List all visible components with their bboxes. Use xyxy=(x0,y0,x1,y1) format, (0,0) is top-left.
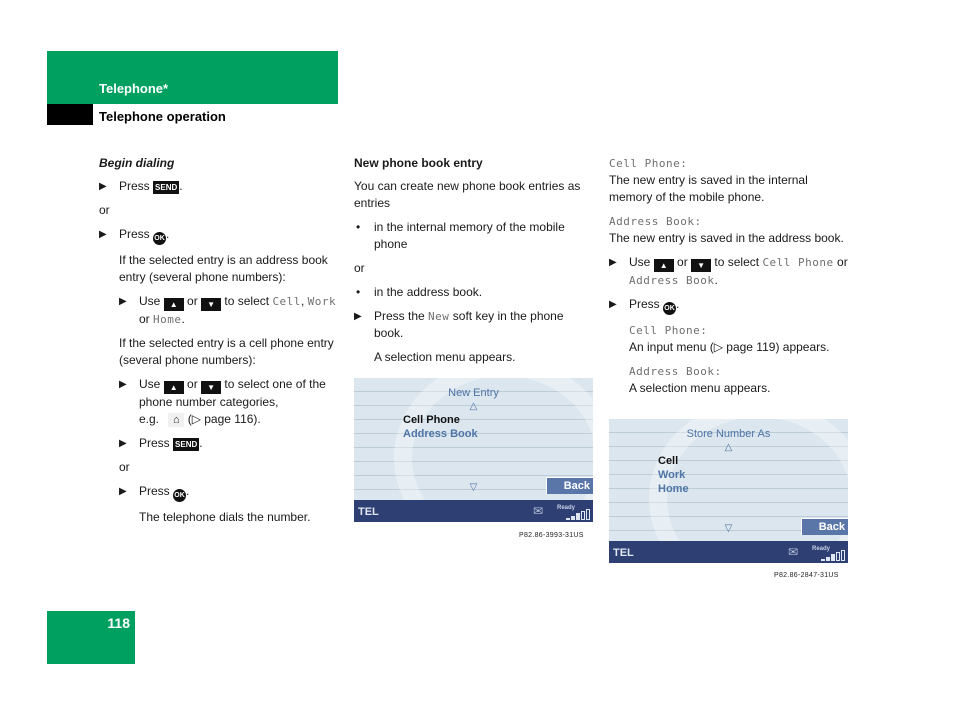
option-address-book: Address Book xyxy=(629,274,715,287)
or-text: or xyxy=(99,203,110,217)
screen-store-number-as: Store Number As △ Cell Work Home ▽ Back … xyxy=(609,419,848,563)
ok-key-icon: OK xyxy=(663,302,677,315)
step-press-ok-2: ▶ Press OK. xyxy=(119,483,339,502)
section-title: Telephone* xyxy=(99,81,169,96)
step-press-ok: ▶ Press OK. xyxy=(609,296,854,315)
figure-caption: P82.86-3993-31US xyxy=(519,532,584,539)
new-soft-key: New xyxy=(428,310,450,323)
signal-strength-icon xyxy=(566,509,590,520)
or-text: or xyxy=(354,261,365,275)
scroll-up-icon[interactable]: △ xyxy=(354,398,593,415)
ok-key-icon: OK xyxy=(173,489,187,502)
or-text: or xyxy=(119,460,130,474)
cell-phone-desc: The new entry is saved in the internal m… xyxy=(609,173,808,204)
step-press-send: ▶ Press SEND. xyxy=(99,179,183,194)
status-bar: TEL ✉ Ready xyxy=(354,500,593,522)
step-marker-icon: ▶ xyxy=(354,311,362,322)
send-key-icon: SEND xyxy=(173,438,200,451)
address-book-desc: The new entry is saved in the address bo… xyxy=(609,231,844,245)
bullet-address-book: • in the address book. xyxy=(356,285,483,299)
step-marker-icon: ▶ xyxy=(609,299,617,310)
envelope-icon: ✉ xyxy=(532,504,543,518)
cell-entry-note: If the selected entry is a cell phone en… xyxy=(119,336,334,367)
subsection-marker xyxy=(47,104,93,125)
step-select-category-cell: ▶ Use ▲ or ▼ to select one of the phone … xyxy=(119,377,326,427)
step-marker-icon: ▶ xyxy=(99,229,107,240)
screen-new-entry: New Entry △ Cell Phone Address Book ▽ Ba… xyxy=(354,378,593,522)
step-marker-icon: ▶ xyxy=(119,296,127,307)
signal-strength-icon xyxy=(821,550,845,561)
bullet-icon: • xyxy=(356,220,361,234)
address-book-result: A selection menu appears. xyxy=(629,381,771,395)
step-marker-icon: ▶ xyxy=(119,486,127,497)
envelope-icon: ✉ xyxy=(787,545,798,559)
send-key-icon: SEND xyxy=(153,181,180,194)
up-key-icon: ▲ xyxy=(163,298,184,311)
selection-result: A selection menu appears. xyxy=(374,350,516,364)
tel-label: TEL xyxy=(358,506,379,518)
step-marker-icon: ▶ xyxy=(99,181,107,192)
step-select-storage: ▶ Use ▲ or ▼ to select Cell Phone or Add… xyxy=(609,255,848,287)
up-key-icon: ▲ xyxy=(653,259,674,272)
dials-result: The telephone dials the number. xyxy=(139,510,311,524)
option-home: Home xyxy=(153,313,182,326)
down-key-icon: ▼ xyxy=(691,259,712,272)
cell-phone-label: Cell Phone: xyxy=(609,157,688,170)
column-options: Cell Phone: The new entry is saved in th… xyxy=(609,155,854,404)
intro-text: You can create new phone book entries as… xyxy=(354,179,581,210)
page-number-box: 118 xyxy=(47,611,135,664)
tel-label: TEL xyxy=(613,547,634,559)
step-press-ok: ▶ Press OK. xyxy=(99,226,339,245)
down-key-icon: ▼ xyxy=(201,381,222,394)
step-select-category-address: ▶ Use ▲ or ▼ to select Cell, Work or Hom… xyxy=(119,294,337,326)
back-button[interactable]: Back xyxy=(801,518,848,535)
heading-begin-dialing: Begin dialing xyxy=(99,156,175,170)
step-marker-icon: ▶ xyxy=(609,257,617,268)
address-entry-note: If the selected entry is an address book… xyxy=(119,253,328,284)
cell-phone-result-label: Cell Phone: xyxy=(629,324,708,337)
ok-key-icon: OK xyxy=(153,232,167,245)
up-key-icon: ▲ xyxy=(163,381,184,394)
figure-caption: P82.86-2847-31US xyxy=(774,572,839,579)
subsection-title: Telephone operation xyxy=(99,109,226,124)
option-cell: Cell xyxy=(272,295,301,308)
cell-phone-result: An input menu (▷ page 119) appears. xyxy=(629,340,830,354)
page-number: 118 xyxy=(107,615,130,631)
status-bar: TEL ✉ Ready xyxy=(609,541,848,563)
scroll-up-icon[interactable]: △ xyxy=(609,439,848,456)
step-marker-icon: ▶ xyxy=(119,438,127,449)
back-button[interactable]: Back xyxy=(546,477,593,494)
address-book-result-label: Address Book: xyxy=(629,365,722,378)
step-marker-icon: ▶ xyxy=(119,379,127,390)
bullet-icon: • xyxy=(356,285,361,299)
option-work: Work xyxy=(307,295,337,308)
address-book-label: Address Book: xyxy=(609,215,702,228)
menu-item-home[interactable]: Home xyxy=(658,481,689,498)
home-category-icon: ⌂ xyxy=(168,413,185,427)
column-begin-dialing: Begin dialing ▶ Press SEND. or ▶ Press O… xyxy=(99,155,339,533)
step-press-new: ▶ Press the New soft key in the phone bo… xyxy=(354,309,564,340)
section-header-band xyxy=(47,51,338,104)
bullet-internal-memory: • in the internal memory of the mobile p… xyxy=(356,220,565,251)
page-reference: (▷ page 116). xyxy=(187,412,261,426)
down-key-icon: ▼ xyxy=(201,298,222,311)
step-press-send-2: ▶ Press SEND. xyxy=(119,436,203,451)
menu-item-address-book[interactable]: Address Book xyxy=(403,426,478,443)
column-new-entry: New phone book entry You can create new … xyxy=(354,155,594,373)
heading-new-entry: New phone book entry xyxy=(354,156,483,170)
option-cell-phone: Cell Phone xyxy=(762,256,834,269)
